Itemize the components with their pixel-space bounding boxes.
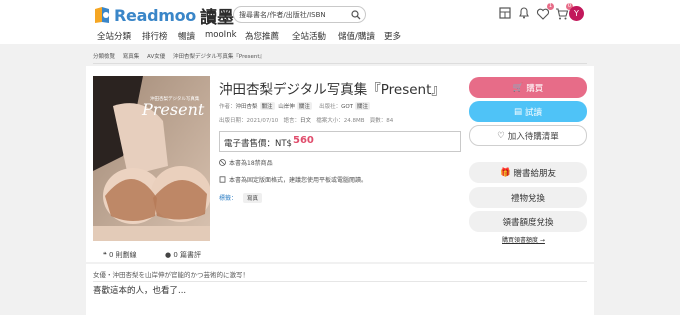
breadcrumb-divider [93,63,587,64]
nav-item-all-categories[interactable]: 全站分類 [97,30,131,42]
age-note-text: 本書為18禁商品 [229,160,273,167]
user-avatar[interactable]: Y [569,6,584,21]
nav-item-more[interactable]: 更多 [384,30,401,42]
description-divider [93,281,587,282]
readmoo-logo-icon [95,7,109,23]
age-restriction-note: 本書為18禁商品 [219,158,273,167]
publish-date: 2021/07/10 [246,118,279,124]
price-label: 電子書售價：NT$ [224,139,292,149]
tablet-icon [219,176,226,183]
book-icon: ▤ [513,106,522,117]
nav-item-rankings[interactable]: 排行榜 [142,30,168,42]
genre-label: 標籤： [219,195,238,202]
buy-label: 購買 [526,83,544,94]
layout-note: 本書為固定版面格式，建議您使用平板或電腦閱讀。 [219,175,367,184]
buy-quota-link[interactable]: 購買領書額度 → [502,235,545,244]
try-read-button[interactable]: ▤ 試讀 [469,101,587,122]
logo-chinese: 讀墨 [199,7,234,28]
wishlist[interactable]: 1 [536,3,554,20]
gift-label: 贈書給朋友 [513,168,557,179]
redeem-gift-button[interactable]: 禮物兌換 [469,187,587,208]
follow-author-button[interactable]: 關注 [259,102,275,110]
language: 日文 [299,118,311,124]
redeem-label: 禮物兌換 [510,193,545,204]
buy-button[interactable]: 🛒 購買 [469,77,587,98]
description-text: 女優・沖田杏梨を山岸伸が官能的かつ芸術的に激写！ [93,271,249,279]
top-bar: Readmoo 讀墨 1 0 [0,0,680,29]
breadcrumb-item[interactable]: AV女優 [147,54,165,60]
photographer-link[interactable]: 山岸伸 [278,104,295,110]
comment-count-label: 0 則劃線 [109,251,137,259]
add-wishlist-button[interactable]: ♡ 加入待購清單 [469,125,587,146]
search-input[interactable] [239,7,351,22]
pages-label: 頁數： [369,118,387,124]
author-link[interactable]: 沖田杏梨 [236,104,258,110]
book-meta-row-2: 出版日期：2021/07/10 語言：日文 檔案大小：24.8MB 頁數：84 [219,116,393,124]
layout-note-text: 本書為固定版面格式，建議您使用平板或電腦閱讀。 [229,177,368,184]
breadcrumb-item[interactable]: 寫真集 [123,54,140,60]
publisher-label: 出版社： [319,104,342,110]
main-nav: 全站分類 排行榜 暢讀 mooInk 為您推薦 全站活動 儲值/購讀 更多 [0,29,680,44]
genre-row: 標籤： 寫真 [219,193,263,203]
follow-publisher-button[interactable]: 關注 [355,102,371,110]
quota-label: 領書額度兌換 [502,217,554,228]
cart-icon: 🛒 [512,82,524,93]
breadcrumb: 分類檢覽 寫真集 AV女優 沖田杏梨デジタル写真集『Present』 [93,52,271,62]
breadcrumb-current: 沖田杏梨デジタル写真集『Present』 [172,54,265,60]
file-size: 24.8MB [343,118,365,124]
book-meta-row-1: 作者：沖田杏梨 關注 山岸伸 關注 出版社：GOT 關注 [219,102,372,110]
library-icon[interactable] [498,6,512,20]
date-label: 出版日期： [219,118,247,124]
heart-icon: ♡ [497,130,505,141]
follow-photographer-button[interactable]: 關注 [296,102,312,110]
breadcrumb-item[interactable]: 分類檢覽 [93,54,115,60]
wishlist-label: 加入待購清單 [507,131,559,142]
book-title: 沖田杏梨デジタル写真集『Present』 [219,82,445,98]
bell-icon[interactable] [517,6,531,20]
price-value: 560 [293,135,314,146]
logo-text: Readmoo [114,5,196,25]
page-count: 84 [386,118,394,124]
nav-item-unlimited[interactable]: 暢讀 [178,30,195,42]
lang-label: 語言： [283,118,300,124]
publisher-link[interactable]: GOT [341,104,353,110]
nav-item-events[interactable]: 全站活動 [292,30,326,42]
price-box: 電子書售價：NT$ 560 [219,131,461,152]
nav-item-recommended[interactable]: 為您推薦 [245,30,279,42]
genre-tag[interactable]: 寫真 [243,193,263,203]
quota-redeem-button[interactable]: 領書額度兌換 [469,211,587,232]
gift-book-button[interactable]: 🎁 贈書給朋友 [469,162,587,183]
readmoo-logo[interactable]: Readmoo 讀墨 [93,5,234,28]
cover-title: Present [142,100,205,119]
cart[interactable]: 0 [555,3,573,20]
nav-item-topup[interactable]: 儲值/購讀 [338,30,375,42]
review-count-label: 0 篇書評 [173,251,202,259]
review-count[interactable]: ● 0 篇書評 [165,250,201,260]
size-label: 檔案大小： [316,118,344,124]
description-section: 女優・沖田杏梨を山岸伸が官能的かつ芸術的に激写！ 喜歡這本的人，也看了... [86,264,594,315]
age-restricted-icon [219,159,226,166]
search-icon[interactable] [351,10,361,20]
related-heading: 喜歡這本的人，也看了... [93,286,187,296]
try-read-label: 試讀 [525,107,543,118]
nav-item-mooink[interactable]: mooInk [205,30,237,40]
comment-count[interactable]: ❝ 0 則劃線 [103,250,137,260]
search-box [233,6,366,23]
author-label: 作者： [219,104,236,110]
gift-icon: 🎁 [499,167,511,178]
wishlist-badge: 1 [547,3,554,10]
